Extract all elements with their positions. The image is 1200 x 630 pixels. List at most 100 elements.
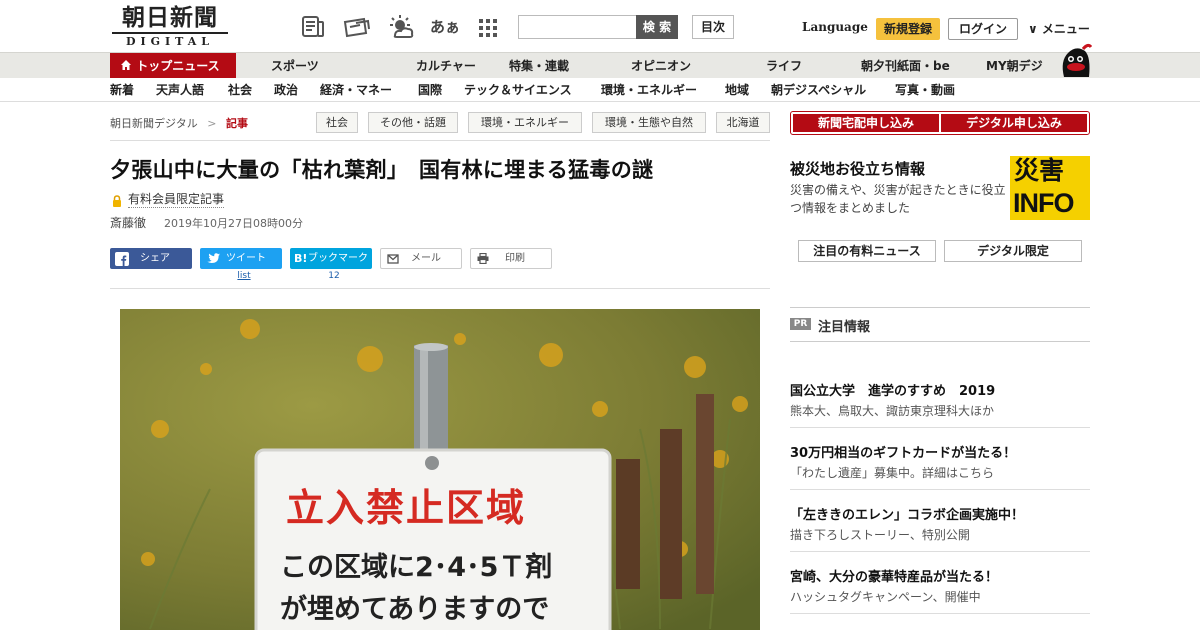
nav-features[interactable]: 特集・連載: [509, 53, 569, 79]
search-button[interactable]: 検 索: [636, 15, 678, 39]
main-nav: トップニュース スポーツ カルチャー 特集・連載 オピニオン ライフ 朝夕刊紙面…: [0, 52, 1200, 79]
lock-icon: [112, 192, 122, 207]
divider: [790, 307, 1090, 308]
facebook-label: シェア: [140, 253, 170, 264]
nav-life[interactable]: ライフ: [766, 53, 802, 79]
disaster-info-desc: 災害の備えや、災害が起きたときに役立つ情報をまとめました: [790, 183, 1006, 215]
info-banner-top: 災害: [1014, 156, 1065, 185]
mail-button[interactable]: メール: [380, 248, 462, 269]
disaster-info-banner[interactable]: 災害 INFO: [1010, 156, 1090, 220]
ad-title[interactable]: 「左ききのエレン」コラボ企画実施中！: [790, 504, 1024, 523]
article-title: 夕張山中に大量の「枯れ葉剤」 国有林に埋まる猛毒の謎: [110, 158, 654, 182]
home-icon: [121, 60, 131, 70]
mascot-icon[interactable]: [1058, 43, 1093, 79]
mail-label: メール: [411, 253, 441, 264]
divider: [110, 140, 770, 141]
member-only-label[interactable]: 有料会員限定記事: [128, 190, 225, 208]
ticket-icon[interactable]: [342, 14, 372, 40]
hatena-label: ブックマーク: [308, 253, 368, 264]
subnav-society[interactable]: 社会: [228, 78, 252, 102]
sub-nav: 新着 天声人語 社会 政治 経済・マネー 国際 テック＆サイエンス 環境・エネル…: [0, 78, 1200, 102]
subnav-tech[interactable]: テック＆サイエンス: [464, 78, 572, 102]
info-banner-bottom: INFO: [1013, 188, 1074, 218]
logo-sub: DIGITAL: [112, 32, 228, 48]
ad-subtitle: ハッシュタグキャンペーン、開催中: [790, 590, 981, 604]
sign-line-1: 立入禁止区域: [286, 486, 527, 530]
twitter-icon: [207, 253, 220, 263]
ad-subtitle: 描き下ろしストーリー、特別公開: [790, 528, 970, 542]
signup-button[interactable]: 新規登録: [876, 18, 940, 40]
twitter-count[interactable]: list: [200, 271, 288, 281]
subnav-politics[interactable]: 政治: [274, 78, 298, 102]
hatena-count[interactable]: 12: [290, 271, 378, 281]
subnav-environment[interactable]: 環境・エネルギー: [601, 78, 697, 102]
nav-opinion[interactable]: オピニオン: [631, 53, 691, 79]
article-photo[interactable]: 立入禁止区域 この区域に2･4･5Ｔ剤 が埋めてありますので: [120, 309, 760, 630]
tag-item[interactable]: 環境・生態や自然: [592, 112, 706, 133]
ad-title[interactable]: 宮崎、大分の豪華特産品が当たる！: [790, 566, 998, 585]
print-icon: [477, 253, 489, 264]
site-header: 朝日新聞 DIGITAL あぁ 検 索 目次 Language 新規登録 ログイ…: [0, 0, 1200, 52]
sign-line-3: が埋めてありますので: [280, 594, 550, 625]
print-button[interactable]: 印刷: [470, 248, 552, 269]
hatena-bookmark-button[interactable]: B! ブックマーク: [290, 248, 372, 269]
nav-paper[interactable]: 朝夕刊紙面・be: [861, 53, 950, 79]
tab-paid-news[interactable]: 注目の有料ニュース: [798, 240, 936, 262]
weather-icon[interactable]: [386, 14, 416, 40]
toc-button[interactable]: 目次: [692, 15, 734, 39]
twitter-share-button[interactable]: ツイート: [200, 248, 282, 269]
divider: [790, 551, 1090, 552]
divider: [790, 613, 1090, 614]
nav-top-news[interactable]: トップニュース: [110, 53, 236, 79]
subnav-economy[interactable]: 経済・マネー: [320, 78, 392, 102]
subscribe-box: 新聞宅配申し込み デジタル申し込み: [790, 111, 1090, 135]
ad-title[interactable]: 30万円相当のギフトカードが当たる！: [790, 442, 1016, 461]
twitter-label: ツイート: [226, 253, 266, 264]
grid-icon[interactable]: [478, 14, 504, 40]
subnav-region[interactable]: 地域: [725, 78, 749, 102]
subnav-special[interactable]: 朝デジスペシャル: [771, 78, 866, 102]
menu-button[interactable]: ∨ メニュー: [1028, 20, 1090, 37]
nav-my-asadigi[interactable]: MY朝デジ: [986, 53, 1043, 79]
divider: [110, 288, 770, 289]
tag-item[interactable]: 社会: [316, 112, 358, 133]
facebook-share-button[interactable]: シェア: [110, 248, 192, 269]
subscribe-digital-button[interactable]: デジタル申し込み: [941, 114, 1087, 132]
language-link[interactable]: Language: [802, 20, 868, 34]
subnav-international[interactable]: 国際: [418, 78, 442, 102]
tab-digital-only[interactable]: デジタル限定: [944, 240, 1082, 262]
breadcrumb-home[interactable]: 朝日新聞デジタル: [110, 117, 198, 130]
logo-main: 朝日新聞: [122, 4, 218, 31]
site-logo[interactable]: 朝日新聞 DIGITAL: [112, 4, 228, 48]
hatena-icon: B!: [294, 252, 308, 265]
pr-badge: PR: [790, 318, 811, 330]
tag-item[interactable]: その他・話題: [368, 112, 458, 133]
divider: [790, 341, 1090, 342]
breadcrumb-separator: >: [207, 117, 217, 130]
subnav-latest[interactable]: 新着: [110, 78, 134, 102]
sign-line-2: この区域に2･4･5Ｔ剤: [280, 552, 553, 583]
ad-title[interactable]: 国公立大学 進学のすすめ 2019: [790, 380, 995, 399]
disaster-info-title[interactable]: 被災地お役立ち情報: [790, 158, 925, 179]
divider: [790, 489, 1090, 490]
tag-item[interactable]: 環境・エネルギー: [468, 112, 582, 133]
article-author: 斎藤徹: [110, 216, 147, 230]
facebook-icon: [115, 252, 129, 266]
nav-culture[interactable]: カルチャー: [416, 53, 476, 79]
newspaper-icon[interactable]: [300, 14, 326, 40]
tag-item[interactable]: 北海道: [716, 112, 770, 133]
font-size-icon[interactable]: あぁ: [430, 14, 460, 40]
page: 朝日新聞 DIGITAL あぁ 検 索 目次 Language 新規登録 ログイ…: [0, 0, 1200, 630]
ad-subtitle: 熊本大、鳥取大、諏訪東京理科大ほか: [790, 404, 995, 418]
subnav-tensei[interactable]: 天声人語: [156, 78, 204, 102]
nav-sports[interactable]: スポーツ: [271, 53, 319, 79]
subnav-photo[interactable]: 写真・動画: [895, 78, 955, 102]
breadcrumb: 朝日新聞デジタル > 記事: [110, 115, 248, 131]
breadcrumb-current: 記事: [226, 117, 248, 130]
subscribe-paper-button[interactable]: 新聞宅配申し込み: [793, 114, 939, 132]
mail-icon: [387, 254, 399, 264]
attention-heading: 注目情報: [818, 320, 871, 335]
print-label: 印刷: [505, 253, 525, 264]
ad-subtitle: 「わたし遺産」募集中。詳細はこちら: [790, 466, 995, 480]
login-button[interactable]: ログイン: [948, 18, 1018, 40]
